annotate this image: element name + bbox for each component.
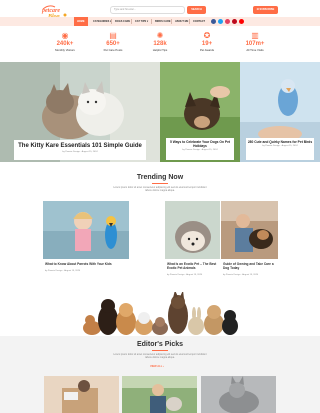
youtube-icon[interactable] bbox=[239, 19, 244, 24]
hero-main-meta: by Pawsie Design · August 15, 2024 bbox=[62, 151, 98, 153]
hero-side-meta-2: by Pawsie Design · August 15, 2024 bbox=[262, 145, 298, 147]
nav-contact[interactable]: CONTACT bbox=[193, 19, 205, 24]
stat-value: 650+ bbox=[106, 41, 120, 47]
pinterest-icon[interactable] bbox=[232, 19, 237, 24]
trend-meta-3: by Pawsie Design · August 15, 2024 bbox=[223, 274, 259, 276]
stat-label: Pet Care Posts bbox=[103, 48, 123, 52]
nav-dogs-care[interactable]: DOGS CARE bbox=[115, 19, 130, 24]
section-divider bbox=[152, 350, 168, 351]
stat-label: All Time Visits bbox=[246, 48, 264, 52]
instagram-icon[interactable] bbox=[225, 19, 230, 24]
trending-post-3[interactable]: Guide of Owning and Take Care a Dog Toda… bbox=[213, 201, 283, 281]
nav-categories[interactable]: CATEGORIES ▾ bbox=[93, 19, 111, 24]
trend-meta-1: by Pawsie Design · August 15, 2024 bbox=[45, 270, 81, 272]
subscribe-button[interactable]: ✉ SUBSCRIBE bbox=[253, 6, 278, 14]
hero-side-caption-2: 280 Cute and Quirky Names for Pet Birds … bbox=[246, 138, 314, 160]
stat-awards: ✪ 19+ Pet Awards bbox=[189, 31, 225, 59]
stat-label: Pet Awards bbox=[199, 48, 215, 52]
document-icon: ▤ bbox=[109, 31, 117, 40]
hero-side-title-2[interactable]: 280 Cute and Quirky Names for Pet Birds bbox=[246, 140, 314, 144]
view-all-link[interactable]: VIEW ALL › bbox=[150, 365, 164, 368]
pets-group-image bbox=[83, 292, 238, 335]
hero-main-title[interactable]: The Kitty Kare Essentials 101 Simple Gui… bbox=[14, 143, 146, 150]
facebook-icon[interactable] bbox=[211, 19, 216, 24]
chart-icon: ▥ bbox=[251, 31, 259, 40]
stat-value: 19+ bbox=[201, 41, 213, 47]
hero-side-post-2[interactable]: 280 Cute and Quirky Names for Pet Birds … bbox=[240, 62, 320, 162]
trend-image-2 bbox=[165, 201, 220, 259]
search-button[interactable]: SEARCH bbox=[187, 6, 206, 14]
subscribe-label: SUBSCRIBE bbox=[259, 8, 275, 11]
hero-grid: The Kitty Kare Essentials 101 Simple Gui… bbox=[0, 62, 320, 162]
picks-title: Editor's Picks bbox=[136, 341, 184, 348]
main-nav: HOME CATEGORIES ▾ DOGS CARE CAT TIPS ▾ B… bbox=[0, 17, 320, 26]
stat-value: 128k bbox=[153, 41, 167, 47]
hero-side-title-1[interactable]: 5 Ways to Celebrate Your Dogs On Pet Hol… bbox=[166, 140, 234, 148]
trend-title-3[interactable]: Guide of Owning and Take Care a Dog Toda… bbox=[223, 262, 278, 270]
hero-side-post-1[interactable]: 5 Ways to Celebrate Your Dogs On Pet Hol… bbox=[160, 62, 240, 162]
trend-image-3 bbox=[221, 201, 278, 259]
search-input[interactable]: Type and hit enter... bbox=[110, 6, 185, 14]
trend-title-1[interactable]: What to Know About Parrots With Your Kid… bbox=[45, 262, 125, 266]
picks-subtitle: Lorem ipsum dolor sit amet consectetur a… bbox=[113, 353, 207, 360]
twitter-icon[interactable] bbox=[218, 19, 223, 24]
bulb-icon: ✺ bbox=[156, 31, 164, 40]
stat-posts: ▤ 650+ Pet Care Posts bbox=[95, 31, 131, 59]
hero-main-caption: The Kitty Kare Essentials 101 Simple Gui… bbox=[14, 140, 146, 160]
pick-image-2[interactable] bbox=[122, 376, 197, 413]
trending-subtitle: Lorem ipsum dolor sit amet consectetur a… bbox=[113, 186, 207, 193]
stat-label: Monthly Visitors bbox=[55, 48, 75, 52]
stat-label: Helpful Tips bbox=[152, 48, 168, 52]
pick-image-3[interactable] bbox=[201, 376, 276, 413]
stat-tips: ✺ 128k Helpful Tips bbox=[142, 31, 178, 59]
stat-visitors: ◉ 240k+ Monthly Visitors bbox=[47, 31, 83, 59]
stat-all-visits: ▥ 107m+ All Time Visits bbox=[237, 31, 273, 59]
pick-image-1[interactable] bbox=[44, 376, 119, 413]
trending-post-2[interactable]: What Is an Exotic Pet – The Best Exotic … bbox=[157, 201, 220, 281]
award-icon: ✪ bbox=[203, 31, 211, 40]
nav-home[interactable]: HOME bbox=[74, 17, 88, 26]
stat-value: 107m+ bbox=[245, 41, 265, 47]
eye-icon: ◉ bbox=[61, 31, 69, 40]
nav-cat-tips[interactable]: CAT TIPS ▾ bbox=[135, 19, 148, 24]
hero-side-caption-1: 5 Ways to Celebrate Your Dogs On Pet Hol… bbox=[166, 138, 234, 160]
trending-title: Trending Now bbox=[136, 174, 184, 181]
nav-about-me[interactable]: ABOUT ME bbox=[175, 19, 188, 24]
hero-main-post[interactable]: The Kitty Kare Essentials 101 Simple Gui… bbox=[0, 62, 160, 162]
trending-post-1[interactable]: What to Know About Parrots With Your Kid… bbox=[35, 201, 129, 281]
section-divider bbox=[152, 183, 168, 184]
stat-value: 240k+ bbox=[56, 41, 74, 47]
nav-birds-care[interactable]: BIRDS CARE bbox=[155, 19, 171, 24]
trend-meta-2: by Pawsie Design · August 15, 2024 bbox=[167, 274, 203, 276]
stats-bar: ◉ 240k+ Monthly Visitors ▤ 650+ Pet Care… bbox=[0, 31, 320, 61]
hero-side-meta-1: by Pawsie Design · August 15, 2024 bbox=[182, 149, 218, 151]
trend-image-1 bbox=[43, 201, 129, 259]
